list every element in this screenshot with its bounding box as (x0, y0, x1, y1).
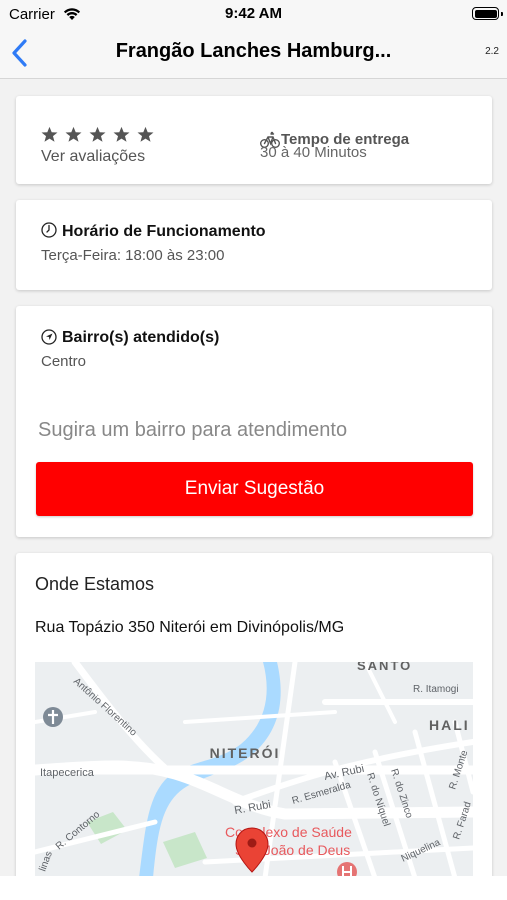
bottom-area (0, 876, 507, 900)
location-title: Onde Estamos (35, 574, 155, 594)
navigation-bar: Frangão Lanches Hamburg... 2.2 (0, 28, 507, 79)
star-icon (89, 126, 106, 142)
neighborhood-item: Centro (41, 353, 87, 370)
location-address: Rua Topázio 350 Niterói em Divinópolis/M… (35, 619, 345, 636)
see-reviews-link[interactable]: Ver avaliações (41, 148, 145, 166)
map-canvas: NITERÓI HALI SANTO Itapecerica Av. Rubi … (35, 662, 473, 878)
map-street-label: Itapecerica (40, 767, 95, 779)
rating-card: Ver avaliações Tempo de entrega 30 à 40 … (16, 96, 492, 184)
map-district-label-top: SANTO (357, 662, 412, 673)
battery-icon (472, 7, 503, 20)
star-icon (137, 126, 154, 142)
star-icon (113, 126, 130, 142)
neighborhoods-title: Bairro(s) atendido(s) (62, 329, 220, 346)
opening-hours-title: Horário de Funcionamento (62, 223, 266, 240)
status-time: 9:42 AM (225, 5, 282, 22)
page-title: Frangão Lanches Hamburg... (115, 40, 392, 62)
opening-hours-schedule: Terça-Feira: 18:00 às 23:00 (41, 247, 225, 264)
star-icon (41, 126, 58, 142)
opening-hours-card: Horário de Funcionamento Terça-Feira: 18… (16, 200, 492, 290)
status-bar: Carrier 9:42 AM (0, 0, 507, 28)
map-view[interactable]: NITERÓI HALI SANTO Itapecerica Av. Rubi … (35, 662, 473, 878)
map-street-label: R. Itamogi (413, 684, 459, 695)
navigation-arrow-icon (41, 329, 57, 345)
app-version: 2.2 (485, 46, 499, 57)
send-suggestion-button[interactable]: Enviar Sugestão (36, 462, 473, 516)
back-chevron-icon[interactable] (6, 36, 36, 70)
star-rating (41, 126, 154, 143)
delivery-time-value: 30 à 40 Minutos (260, 144, 367, 161)
map-district-label: NITERÓI (210, 744, 281, 761)
suggest-neighborhood-input[interactable] (38, 410, 458, 450)
star-icon (65, 126, 82, 142)
clock-icon (41, 222, 57, 238)
map-district-label-right: HALI (429, 717, 470, 733)
